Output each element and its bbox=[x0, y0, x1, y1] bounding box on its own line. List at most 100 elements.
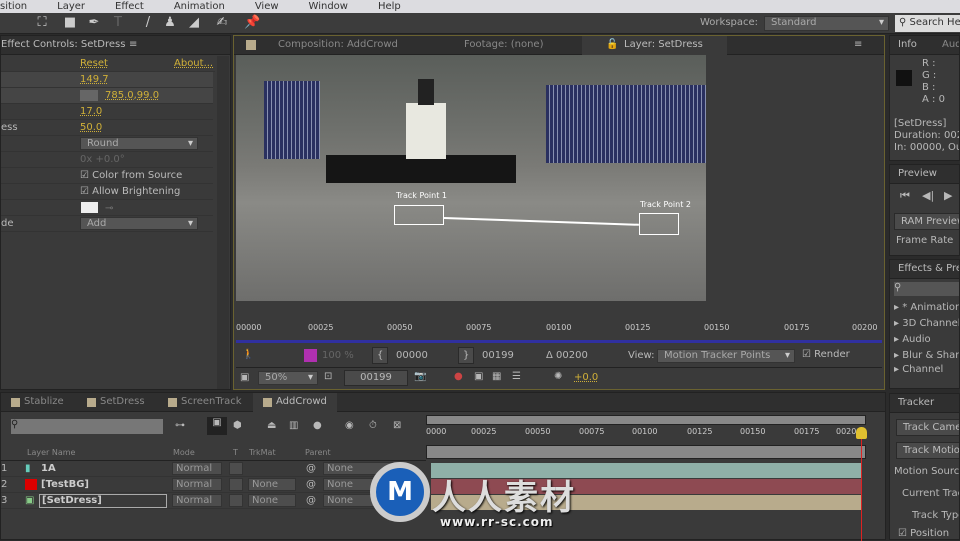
effects-item[interactable]: ▸ * Animation Presets bbox=[894, 302, 959, 313]
param-value[interactable]: 785.0,99.0 bbox=[105, 90, 159, 101]
color-from-source-checkbox[interactable]: ☑ Color from Source bbox=[80, 170, 182, 181]
search-help-input[interactable]: ⚲ Search Help bbox=[895, 15, 960, 32]
mode-dropdown[interactable]: Normal bbox=[172, 494, 222, 507]
tab-setdress[interactable]: SetDress bbox=[100, 396, 145, 407]
comp-mini-flowchart-icon[interactable]: ⊶ bbox=[175, 420, 185, 431]
roto-brush-icon[interactable]: ✍ bbox=[214, 15, 230, 31]
motion-blur-icon[interactable]: ▥ bbox=[289, 420, 298, 431]
layer-name-field[interactable]: [SetDress] bbox=[39, 494, 167, 508]
track-camera-button[interactable]: Track Camera bbox=[896, 419, 959, 436]
pickwhip-icon[interactable]: @ bbox=[306, 495, 316, 506]
preserve-transparency[interactable] bbox=[229, 478, 243, 491]
menu-composition[interactable]: sition bbox=[0, 0, 27, 13]
workspace-dropdown[interactable]: Standard bbox=[764, 16, 889, 31]
graph-editor-icon[interactable]: ⊠ bbox=[393, 420, 401, 431]
menu-window[interactable]: Window bbox=[309, 0, 348, 13]
reset-link[interactable]: Reset bbox=[80, 58, 108, 69]
snapshot-icon[interactable]: 📷 bbox=[414, 371, 426, 382]
out-point[interactable]: 00199 bbox=[482, 350, 514, 361]
brainstorm-icon[interactable]: ● bbox=[313, 420, 322, 431]
menu-help[interactable]: Help bbox=[378, 0, 401, 13]
track-motion-button[interactable]: Track Motion bbox=[896, 442, 959, 459]
timeline-ruler[interactable]: 0000 00025 00050 00075 00100 00125 00150 00175 0… bbox=[426, 425, 866, 445]
tab-composition[interactable]: Composition: AddCrowd bbox=[278, 39, 398, 50]
effects-search-input[interactable]: ⚲ bbox=[894, 282, 959, 296]
channels-icon[interactable]: ● bbox=[454, 371, 463, 382]
tab-layer[interactable]: Layer: SetDress bbox=[624, 39, 703, 50]
scrollbar[interactable] bbox=[217, 56, 229, 389]
camera-tool-icon[interactable]: ⛶ bbox=[34, 15, 50, 31]
roi-icon[interactable]: ▣ bbox=[474, 371, 483, 382]
stopwatch-icon[interactable]: ⏱ bbox=[369, 420, 377, 431]
transparency-grid-icon[interactable]: ▦ bbox=[492, 371, 501, 382]
view-dropdown[interactable]: Motion Tracker Points bbox=[657, 349, 795, 363]
tab-addcrowd[interactable]: AddCrowd bbox=[276, 396, 327, 407]
set-out-button[interactable]: } bbox=[458, 347, 474, 364]
region-icon[interactable]: ▣ bbox=[240, 372, 249, 383]
mode-dropdown[interactable]: Normal bbox=[172, 478, 222, 491]
tab-effects-presets[interactable]: Effects & Presets bbox=[898, 263, 959, 274]
lock-icon[interactable]: 🔓 bbox=[606, 39, 618, 50]
work-area[interactable] bbox=[426, 445, 866, 459]
shape-dropdown[interactable]: Round bbox=[80, 137, 198, 150]
position-checkbox[interactable]: ☑ Position bbox=[898, 528, 949, 539]
grid-icon[interactable]: ☰ bbox=[512, 371, 521, 382]
exposure-icon[interactable]: ✺ bbox=[554, 371, 562, 382]
render-checkbox[interactable]: ☑ Render bbox=[802, 349, 850, 360]
param-value[interactable]: 149.7 bbox=[80, 74, 109, 85]
auto-keyframe-icon[interactable]: ◉ bbox=[345, 420, 354, 431]
layer-row[interactable]: 3 ▣ [SetDress] Normal None @ None bbox=[1, 493, 426, 509]
effects-item[interactable]: ▸ Blur & Sharpen bbox=[894, 350, 959, 361]
allow-brightening-checkbox[interactable]: ☑ Allow Brightening bbox=[80, 186, 180, 197]
panel-menu-icon[interactable]: ≡ bbox=[129, 39, 137, 50]
current-time-field[interactable]: 00199 bbox=[344, 370, 408, 386]
preserve-transparency[interactable] bbox=[229, 494, 243, 507]
puppet-pin-icon[interactable]: 📌 bbox=[244, 15, 260, 31]
clone-stamp-icon[interactable]: ♟ bbox=[162, 15, 178, 31]
exposure-value[interactable]: +0.0 bbox=[574, 372, 598, 383]
in-point[interactable]: 00000 bbox=[396, 350, 428, 361]
menu-animation[interactable]: Animation bbox=[174, 0, 225, 13]
pickwhip-icon[interactable]: @ bbox=[306, 479, 316, 490]
set-in-button[interactable]: { bbox=[372, 347, 388, 364]
tab-tracker[interactable]: Tracker bbox=[898, 397, 934, 408]
layer-row[interactable]: 1 ▮ 1A Normal @ None bbox=[1, 461, 426, 477]
text-tool-icon[interactable]: T bbox=[110, 15, 126, 31]
tab-info[interactable]: Info bbox=[898, 39, 917, 50]
layer-row[interactable]: 2 [TestBG] Normal None @ None bbox=[1, 477, 426, 493]
zoom-dropdown[interactable]: 50% bbox=[258, 371, 318, 385]
effects-item[interactable]: ▸ Channel bbox=[894, 364, 943, 375]
video-frame[interactable]: Track Point 1 Track Point 2 bbox=[236, 55, 706, 301]
eyedropper-icon[interactable]: ⊸ bbox=[105, 203, 113, 214]
tab-footage[interactable]: Footage: (none) bbox=[464, 39, 543, 50]
effects-item[interactable]: ▸ Audio bbox=[894, 334, 931, 345]
param-value[interactable]: 17.0 bbox=[80, 106, 102, 117]
mode-dropdown[interactable]: Add bbox=[80, 217, 198, 230]
safe-zones-icon[interactable]: ⊡ bbox=[324, 371, 332, 382]
walk-icon[interactable]: 🚶 bbox=[242, 349, 254, 360]
about-link[interactable]: About... bbox=[174, 58, 213, 69]
ram-preview-button[interactable]: RAM Preview bbox=[894, 213, 959, 230]
crosshair-icon[interactable] bbox=[80, 90, 98, 101]
menu-view[interactable]: View bbox=[255, 0, 279, 13]
tab-preview[interactable]: Preview bbox=[898, 168, 937, 179]
frame-blending-icon[interactable]: ⏏ bbox=[267, 420, 276, 431]
playhead[interactable] bbox=[861, 427, 862, 541]
tab-audio[interactable]: Audio bbox=[942, 39, 959, 50]
brush-tool-icon[interactable]: / bbox=[140, 15, 156, 31]
first-frame-icon[interactable]: ⏮ bbox=[900, 189, 910, 203]
layer-name[interactable]: 1A bbox=[41, 463, 56, 474]
effects-item[interactable]: ▸ 3D Channel bbox=[894, 318, 959, 329]
prev-frame-icon[interactable]: ◀| bbox=[922, 189, 934, 202]
play-icon[interactable]: ▶ bbox=[944, 189, 952, 202]
shy-icon[interactable]: ⬢ bbox=[233, 420, 242, 431]
tab-screentrack[interactable]: ScreenTrack bbox=[181, 396, 242, 407]
color-swatch[interactable] bbox=[81, 202, 98, 213]
tab-stablize[interactable]: Stablize bbox=[24, 396, 64, 407]
work-area-bar[interactable] bbox=[426, 415, 866, 425]
current-time-indicator[interactable] bbox=[856, 427, 867, 439]
tab-effect-controls[interactable]: Effect Controls: SetDress bbox=[1, 39, 125, 50]
pickwhip-icon[interactable]: @ bbox=[306, 463, 316, 474]
timeline-search-input[interactable]: ⚲ bbox=[11, 419, 163, 434]
trkmat-dropdown[interactable]: None bbox=[248, 494, 296, 507]
